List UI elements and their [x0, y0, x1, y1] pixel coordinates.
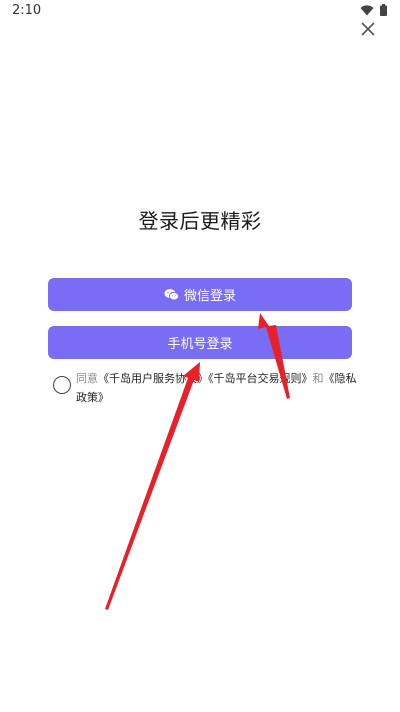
close-icon[interactable] — [358, 19, 378, 39]
user-agreement-link[interactable]: 《千岛用户服务协议》 — [98, 372, 208, 385]
status-bar: 2:10 — [0, 0, 400, 26]
phone-login-label: 手机号登录 — [167, 337, 233, 352]
battery-icon — [380, 4, 387, 16]
phone-login-button[interactable]: 手机号登录 — [48, 326, 352, 359]
wechat-login-label: 微信登录 — [183, 289, 236, 304]
agreement-and: 和 — [312, 372, 324, 385]
status-time: 2:10 — [12, 3, 42, 18]
agreement-text: 同意《千岛用户服务协议》《千岛平台交易规则》和《隐私政策》 — [76, 369, 366, 407]
agreement-radio[interactable] — [53, 376, 71, 394]
wifi-icon — [360, 5, 374, 16]
wechat-icon — [164, 289, 179, 301]
wechat-login-button[interactable]: 微信登录 — [48, 278, 352, 311]
agreement-prefix: 同意 — [76, 372, 98, 385]
trade-rules-link[interactable]: 《千岛平台交易规则》 — [208, 372, 313, 385]
page-title: 登录后更精彩 — [138, 209, 262, 233]
